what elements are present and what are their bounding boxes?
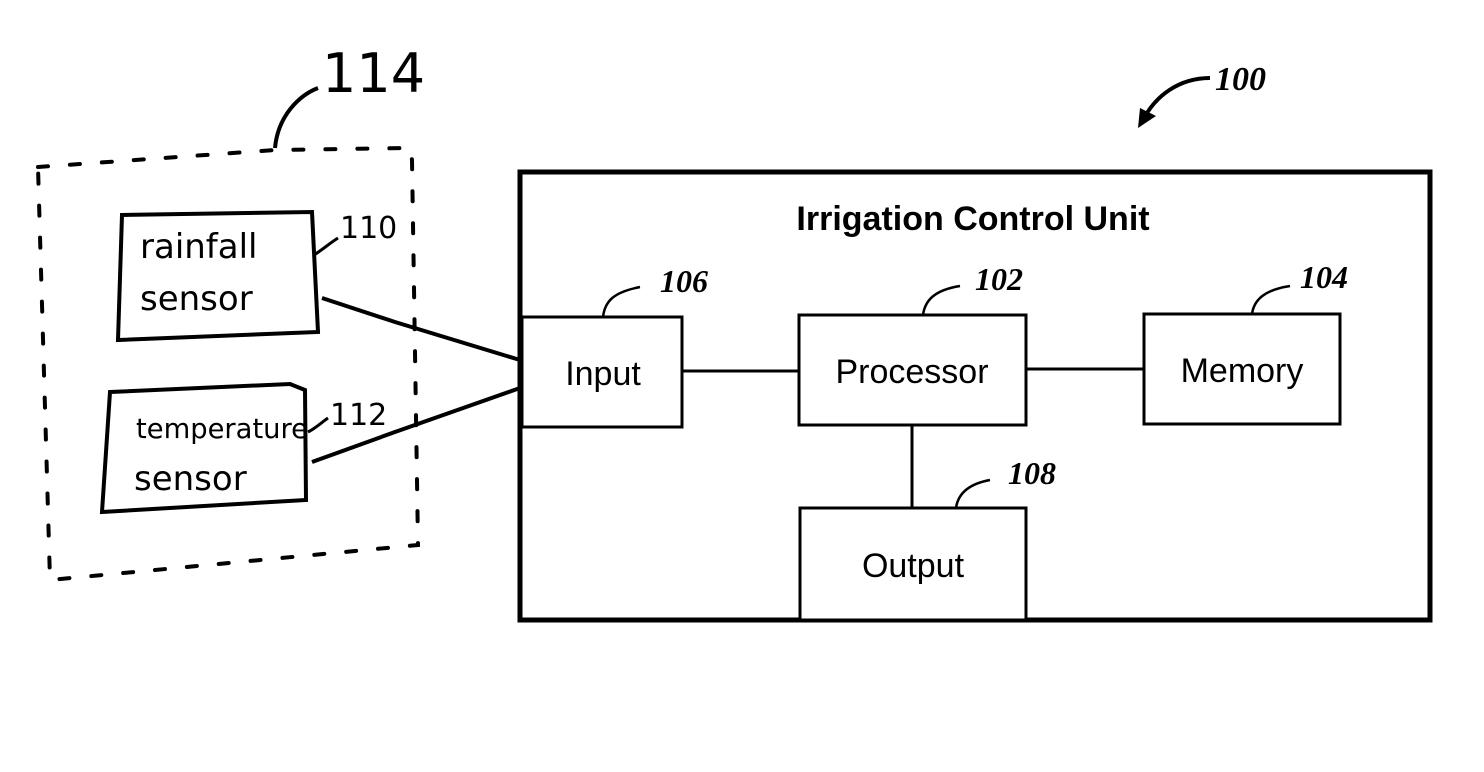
processor-label: Processor (835, 353, 988, 391)
rainfall-sensor: rainfall sensor 110 (115, 209, 397, 343)
irrigation-system-diagram: 100 114 rainfall sensor 110 temperature … (36, 42, 1433, 623)
rainfall-sensor-ref-label: 110 (340, 211, 397, 246)
temperature-sensor-leader (307, 416, 329, 434)
processor-ref-label: 102 (975, 261, 1023, 297)
control-unit: Irrigation Control Unit Input 106 Proces… (517, 169, 1433, 623)
temperature-sensor-line1: temperature (136, 412, 308, 445)
memory-label: Memory (1181, 352, 1304, 390)
sensor-group-ref-label: 114 (322, 42, 425, 105)
processor-leader (921, 284, 961, 316)
rainfall-sensor-line1: rainfall (140, 227, 258, 267)
output-label: Output (862, 547, 965, 585)
rainfall-sensor-line2: sensor (140, 279, 253, 319)
system-callout: 100 (1138, 61, 1266, 128)
sensor-group-leader (273, 86, 319, 149)
system-ref-label: 100 (1215, 61, 1266, 98)
output-leader (954, 478, 991, 509)
input-leader (601, 285, 641, 318)
input-label: Input (565, 355, 641, 393)
temperature-sensor: temperature sensor 112 (99, 381, 387, 515)
control-unit-title: Irrigation Control Unit (796, 200, 1149, 238)
temperature-sensor-line2: sensor (134, 459, 247, 499)
output-ref-label: 108 (1008, 455, 1056, 491)
rainfall-sensor-leader (313, 236, 339, 257)
rainfall-to-input-wire (321, 296, 521, 362)
input-ref-label: 106 (660, 263, 708, 299)
memory-ref-label: 104 (1300, 259, 1348, 295)
memory-leader (1250, 284, 1291, 315)
temperature-sensor-ref-label: 112 (330, 398, 387, 433)
